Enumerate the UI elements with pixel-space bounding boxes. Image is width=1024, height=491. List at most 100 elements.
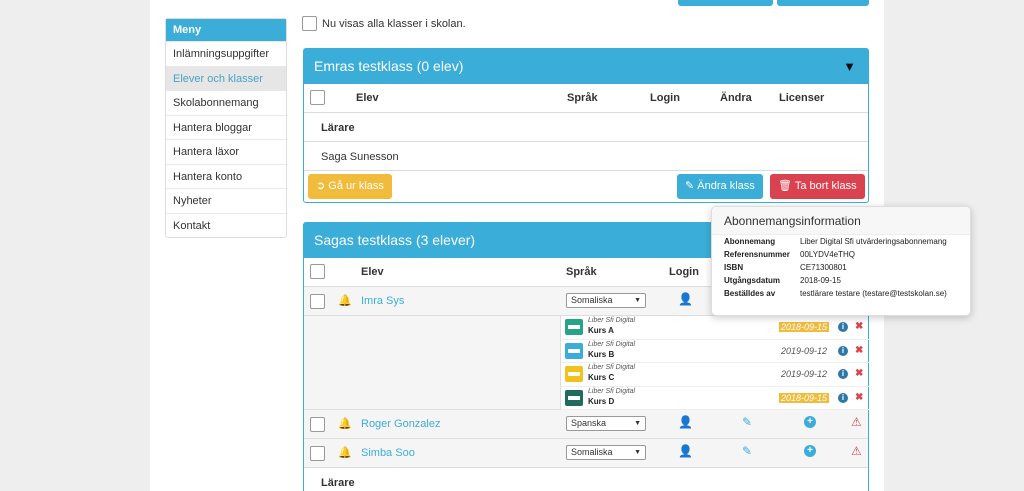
license-expiry-date: 2018-09-15 bbox=[779, 322, 830, 332]
sidebar-item-kontakt[interactable]: Kontakt bbox=[166, 212, 286, 238]
show-all-classes-checkbox[interactable] bbox=[302, 16, 317, 31]
student-name[interactable]: Imra Sys bbox=[361, 295, 404, 307]
trash-icon: 🗑 bbox=[778, 180, 795, 192]
student-checkbox[interactable] bbox=[310, 446, 325, 461]
top-action-button-1[interactable] bbox=[678, 0, 773, 6]
warning-triangle-icon[interactable]: ⚠ bbox=[851, 444, 862, 458]
user-icon[interactable]: 👤 bbox=[678, 415, 693, 429]
warning-triangle-icon[interactable]: ⚠ bbox=[851, 415, 862, 429]
popover-row: Referensnummer 00LYDV4eTHQ bbox=[712, 250, 970, 263]
popover-key: ISBN bbox=[724, 263, 744, 272]
student-name[interactable]: Roger Gonzalez bbox=[361, 418, 441, 430]
student-checkbox[interactable] bbox=[310, 294, 325, 309]
bell-icon[interactable]: 🔔 bbox=[338, 446, 352, 459]
close-icon[interactable]: ✖ bbox=[855, 392, 863, 403]
book-icon bbox=[565, 319, 583, 335]
column-header-edit: Ändra bbox=[720, 92, 752, 104]
popover-row: Beställdes av testlärare testare (testare… bbox=[712, 289, 970, 302]
bell-icon[interactable]: 🔔 bbox=[338, 417, 352, 430]
license-item: Liber Sfi Digital Kurs B 2019-09-12 i ✖ bbox=[561, 340, 869, 363]
edit-class-button[interactable]: ✎ Ändra klass bbox=[677, 174, 763, 199]
select-all-checkbox[interactable] bbox=[310, 264, 325, 279]
language-select[interactable]: Somaliska bbox=[566, 293, 646, 308]
license-item: Liber Sfi Digital Kurs D 2018-09-15 i ✖ bbox=[561, 387, 869, 410]
teachers-label: Lärare bbox=[321, 477, 355, 489]
show-all-classes-notice: Nu visas alla klasser i skolan. bbox=[302, 16, 466, 31]
leave-class-label: Gå ur klass bbox=[328, 180, 384, 192]
table-header: Elev Språk Login Ändra Licenser bbox=[304, 84, 868, 113]
top-action-button-2[interactable] bbox=[777, 0, 869, 6]
user-icon[interactable]: 👤 bbox=[678, 292, 693, 306]
sidebar-item-elever-och-klasser[interactable]: Elever och klasser bbox=[166, 65, 286, 90]
pencil-icon[interactable]: ✎ bbox=[742, 415, 752, 429]
column-header-login: Login bbox=[650, 92, 680, 104]
pencil-icon[interactable]: ✎ bbox=[742, 444, 752, 458]
chevron-down-icon[interactable]: ▼ bbox=[843, 49, 856, 84]
license-publisher: Liber Sfi Digital bbox=[588, 317, 636, 324]
select-all-checkbox[interactable] bbox=[310, 90, 325, 105]
close-icon[interactable]: ✖ bbox=[855, 345, 863, 356]
column-header-student: Elev bbox=[356, 92, 379, 104]
delete-class-label: Ta bort klass bbox=[794, 180, 857, 192]
info-icon[interactable]: i bbox=[838, 322, 848, 332]
close-icon[interactable]: ✖ bbox=[855, 368, 863, 379]
popover-value: CE71300801 bbox=[800, 263, 847, 272]
user-icon[interactable]: 👤 bbox=[678, 444, 693, 458]
language-select[interactable]: Spanska bbox=[566, 416, 646, 431]
column-header-student: Elev bbox=[361, 266, 384, 278]
exit-icon: ➲ bbox=[316, 180, 329, 192]
license-course: Kurs D bbox=[588, 396, 615, 406]
close-icon[interactable]: ✖ bbox=[855, 321, 863, 332]
table-row: 🔔 Simba Soo Somaliska 👤 ✎ + ⚠ bbox=[304, 439, 868, 468]
edit-class-label: Ändra klass bbox=[697, 180, 755, 192]
delete-class-button[interactable]: 🗑 Ta bort klass bbox=[770, 174, 865, 199]
student-checkbox[interactable] bbox=[310, 417, 325, 432]
license-expiry-date: 2019-09-12 bbox=[781, 345, 828, 356]
popover-key: Referensnummer bbox=[724, 250, 790, 259]
popover-key: Utgångsdatum bbox=[724, 276, 780, 285]
teachers-label: Lärare bbox=[321, 122, 355, 134]
book-icon bbox=[565, 366, 583, 382]
book-icon bbox=[565, 389, 583, 406]
show-all-classes-label: Nu visas alla klasser i skolan. bbox=[322, 17, 466, 30]
popover-value: 2018-09-15 bbox=[800, 276, 841, 285]
info-icon[interactable]: i bbox=[838, 392, 848, 403]
sidebar-item-hantera-bloggar[interactable]: Hantera bloggar bbox=[166, 114, 286, 140]
license-publisher: Liber Sfi Digital bbox=[588, 387, 636, 395]
popover-value: Liber Digital Sfi utvärderingsabonnemang bbox=[800, 237, 947, 246]
class-panel-header[interactable]: Emras testklass (0 elev) ▼ bbox=[304, 49, 868, 84]
sidebar-item-hantera-laxor[interactable]: Hantera läxor bbox=[166, 139, 286, 164]
subscription-info-popover: Abonnemangsinformation Abonnemang Liber D… bbox=[711, 206, 971, 316]
column-header-language: Språk bbox=[567, 92, 598, 104]
pencil-icon: ✎ bbox=[685, 180, 698, 192]
bell-icon[interactable]: 🔔 bbox=[338, 294, 352, 307]
license-publisher: Liber Sfi Digital bbox=[588, 340, 636, 348]
language-select[interactable]: Somaliska bbox=[566, 445, 646, 460]
sidebar-item-skolabonnemang[interactable]: Skolabonnemang bbox=[166, 90, 286, 115]
sidebar-menu: Meny Inlämningsuppgifter Elever och klas… bbox=[165, 18, 287, 238]
popover-key: Abonnemang bbox=[724, 237, 776, 246]
popover-row: ISBN CE71300801 bbox=[712, 263, 970, 276]
license-expiry-date: 2018-09-15 bbox=[779, 392, 830, 403]
leave-class-button[interactable]: ➲ Gå ur klass bbox=[308, 174, 392, 199]
sidebar-item-hantera-konto[interactable]: Hantera konto bbox=[166, 163, 286, 189]
student-name[interactable]: Simba Soo bbox=[361, 447, 415, 459]
teacher-row: Saga Sunesson bbox=[304, 142, 868, 171]
book-icon bbox=[565, 342, 583, 359]
license-course: Kurs C bbox=[588, 373, 615, 382]
popover-value: testlärare testare (testare@testskolan.s… bbox=[800, 289, 947, 298]
info-icon[interactable]: i bbox=[838, 345, 848, 356]
popover-key: Beställdes av bbox=[724, 289, 776, 298]
menu-heading: Meny bbox=[166, 19, 286, 41]
license-list: Liber Sfi Digital Kurs A 2018-09-15 i ✖ Liber… bbox=[304, 316, 869, 410]
sidebar-item-inlamningsuppgifter[interactable]: Inlämningsuppgifter bbox=[166, 41, 286, 66]
sidebar-item-nyheter[interactable]: Nyheter bbox=[166, 188, 286, 213]
popover-row: Utgångsdatum 2018-09-15 bbox=[712, 276, 970, 289]
class-panel-emras: Emras testklass (0 elev) ▼ Elev Språk Lo… bbox=[303, 48, 869, 203]
license-expiry-date: 2019-09-12 bbox=[781, 369, 828, 379]
table-row: 🔔 Roger Gonzalez Spanska 👤 ✎ + ⚠ bbox=[304, 410, 868, 439]
plus-circle-icon[interactable]: + bbox=[804, 416, 816, 428]
teachers-label-row: Lärare bbox=[304, 468, 868, 491]
info-icon[interactable]: i bbox=[838, 369, 848, 379]
plus-circle-icon[interactable]: + bbox=[804, 445, 816, 457]
